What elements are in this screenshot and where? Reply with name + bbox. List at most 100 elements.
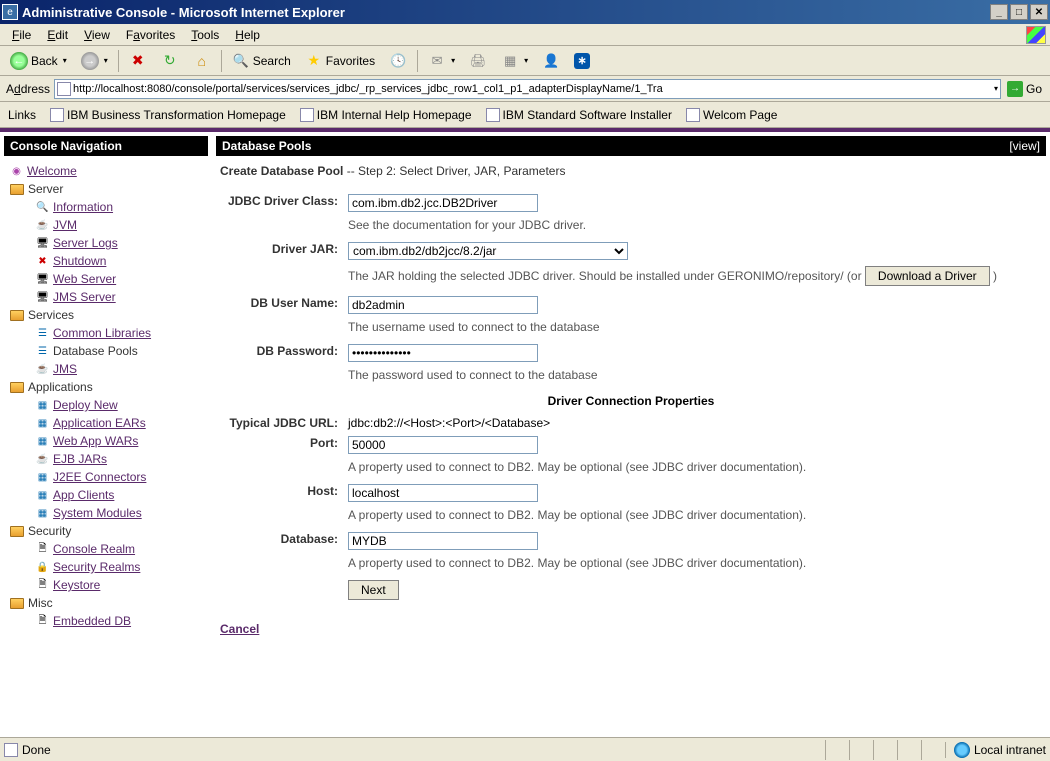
- label-driver-jar: Driver JAR:: [222, 240, 342, 262]
- page-icon: [486, 108, 500, 122]
- favorites-button[interactable]: ★ Favorites: [299, 49, 381, 73]
- print-button[interactable]: 🖨: [463, 49, 493, 73]
- statusbar: Done Local intranet: [0, 737, 1050, 761]
- stop-button[interactable]: ✖: [123, 49, 153, 73]
- back-button[interactable]: ← Back ▾: [4, 49, 73, 73]
- input-user[interactable]: [348, 296, 538, 314]
- nav-ears[interactable]: ▦Application EARs: [8, 414, 204, 432]
- go-button[interactable]: → Go: [1001, 81, 1048, 97]
- bluetooth-button[interactable]: ∗: [568, 50, 596, 72]
- nav-keystore[interactable]: 🗎Keystore: [8, 576, 204, 594]
- nav-wars[interactable]: ▦Web App WARs: [8, 432, 204, 450]
- nav-welcome[interactable]: ◉Welcome: [8, 162, 204, 180]
- input-port[interactable]: [348, 436, 538, 454]
- label-url: Typical JDBC URL:: [222, 414, 342, 432]
- menu-view[interactable]: View: [76, 26, 118, 44]
- cancel-link[interactable]: Cancel: [220, 622, 1042, 636]
- deploy-icon: ▦: [36, 399, 49, 412]
- nav-information[interactable]: 🔍Information: [8, 198, 204, 216]
- nav-jvm[interactable]: ☕JVM: [8, 216, 204, 234]
- nav-group-misc: Misc: [8, 594, 204, 612]
- search-button[interactable]: 🔍 Search: [226, 49, 297, 73]
- edit-button[interactable]: ▦▾: [495, 49, 534, 73]
- welcome-icon: ◉: [10, 165, 23, 178]
- form-table: JDBC Driver Class: See the documentation…: [220, 190, 1042, 604]
- ear-icon: ▦: [36, 417, 49, 430]
- refresh-button[interactable]: ↻: [155, 49, 185, 73]
- input-host[interactable]: [348, 484, 538, 502]
- link-ibm-help[interactable]: IBM Internal Help Homepage: [296, 106, 476, 124]
- nav-jmsserver[interactable]: 🖥JMS Server: [8, 288, 204, 306]
- nav-shutdown[interactable]: ✖Shutdown: [8, 252, 204, 270]
- info-icon: 🔍: [36, 201, 49, 214]
- folder-icon: [10, 184, 24, 195]
- page-icon: [300, 108, 314, 122]
- nav-serverlogs[interactable]: 🖥Server Logs: [8, 234, 204, 252]
- close-button[interactable]: ✕: [1030, 4, 1048, 20]
- nav-consolerealm[interactable]: 🗎Console Realm: [8, 540, 204, 558]
- nav-sysmodules[interactable]: ▦System Modules: [8, 504, 204, 522]
- separator: [417, 50, 418, 72]
- messenger-button[interactable]: 👤: [536, 49, 566, 73]
- nav-dbpools[interactable]: ☰Database Pools: [8, 342, 204, 360]
- next-button[interactable]: Next: [348, 580, 399, 600]
- star-icon: ★: [305, 52, 323, 70]
- status-cell: [825, 740, 849, 760]
- nav-jms[interactable]: ☕JMS: [8, 360, 204, 378]
- shutdown-icon: ✖: [36, 255, 49, 268]
- nav-securityrealms[interactable]: 🔒Security Realms: [8, 558, 204, 576]
- chevron-down-icon[interactable]: ▾: [994, 84, 998, 93]
- link-ibm-transformation[interactable]: IBM Business Transformation Homepage: [46, 106, 290, 124]
- label-user: DB User Name:: [222, 294, 342, 316]
- doc-icon: 🗎: [36, 615, 49, 628]
- hint-driver-class: See the documentation for your JDBC driv…: [344, 216, 1040, 238]
- menu-tools[interactable]: Tools: [183, 26, 227, 44]
- home-button[interactable]: ⌂: [187, 49, 217, 73]
- nav-embeddeddb[interactable]: 🗎Embedded DB: [8, 612, 204, 630]
- address-input[interactable]: [73, 83, 992, 95]
- sidebar-title: Console Navigation: [4, 136, 208, 156]
- nav-deploy[interactable]: ▦Deploy New: [8, 396, 204, 414]
- sidebar: Console Navigation ◉Welcome Server 🔍Info…: [0, 132, 212, 737]
- label-database: Database:: [222, 530, 342, 552]
- panel-view-link[interactable]: [view]: [1009, 139, 1040, 153]
- nav-webserver[interactable]: 🖥Web Server: [8, 270, 204, 288]
- connector-icon: ▦: [36, 471, 49, 484]
- input-password[interactable]: [348, 344, 538, 362]
- folder-icon: [10, 310, 24, 321]
- page-icon: [50, 108, 64, 122]
- main-panel: Database Pools [view] Create Database Po…: [212, 132, 1050, 737]
- edit-icon: ▦: [501, 52, 519, 70]
- menu-favorites[interactable]: Favorites: [118, 26, 183, 44]
- input-database[interactable]: [348, 532, 538, 550]
- maximize-button[interactable]: □: [1010, 4, 1028, 20]
- menu-edit[interactable]: Edit: [39, 26, 76, 44]
- window-titlebar: e Administrative Console - Microsoft Int…: [0, 0, 1050, 24]
- client-icon: ▦: [36, 489, 49, 502]
- link-welcom[interactable]: Welcom Page: [682, 106, 781, 124]
- forward-button[interactable]: → ▾: [75, 49, 114, 73]
- nav-commonlibs[interactable]: ☰Common Libraries: [8, 324, 204, 342]
- label-host: Host:: [222, 482, 342, 504]
- doc-icon: 🗎: [36, 579, 49, 592]
- hint-host: A property used to connect to DB2. May b…: [344, 506, 1040, 528]
- menu-file[interactable]: File: [4, 26, 39, 44]
- panel-title: Database Pools: [222, 139, 311, 153]
- nav-ejbjars[interactable]: ☕EJB JARs: [8, 450, 204, 468]
- nav-appclients[interactable]: ▦App Clients: [8, 486, 204, 504]
- mail-button[interactable]: ✉▾: [422, 49, 461, 73]
- select-driver-jar[interactable]: com.ibm.db2/db2jcc/8.2/jar: [348, 242, 628, 260]
- minimize-button[interactable]: _: [990, 4, 1008, 20]
- refresh-icon: ↻: [161, 52, 179, 70]
- nav-connectors[interactable]: ▦J2EE Connectors: [8, 468, 204, 486]
- address-input-wrapper[interactable]: ▾: [54, 79, 1001, 99]
- input-driver-class[interactable]: [348, 194, 538, 212]
- chevron-down-icon: ▾: [104, 56, 108, 65]
- toolbar: ← Back ▾ → ▾ ✖ ↻ ⌂ 🔍 Search ★ Favorites …: [0, 46, 1050, 76]
- page-heading: Create Database Pool -- Step 2: Select D…: [220, 164, 1042, 178]
- menu-help[interactable]: Help: [227, 26, 268, 44]
- download-driver-button[interactable]: Download a Driver: [865, 266, 990, 286]
- link-ibm-software[interactable]: IBM Standard Software Installer: [482, 106, 676, 124]
- history-button[interactable]: 🕓: [383, 49, 413, 73]
- status-cell: [873, 740, 897, 760]
